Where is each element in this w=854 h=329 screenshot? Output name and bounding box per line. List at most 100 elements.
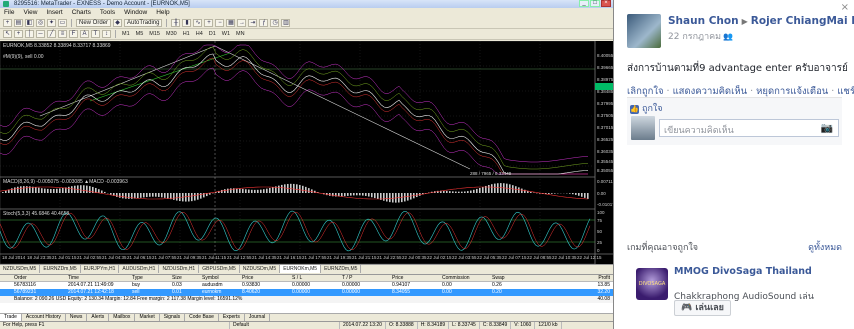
- timeframe-m15[interactable]: M15: [147, 30, 162, 38]
- chart-drawing[interactable]: [0, 41, 614, 264]
- timeframe-mn[interactable]: MN: [234, 30, 247, 38]
- post-date-link[interactable]: 22 กรกฎาคม: [668, 32, 721, 42]
- tile-windows-icon[interactable]: ▦: [226, 19, 236, 27]
- order-row[interactable]: 56789231 2014.07.21 12:42:18 sell 0.01 eurno…: [0, 289, 613, 296]
- timeframe-m1[interactable]: M1: [120, 30, 132, 38]
- cursor-icon[interactable]: ↖: [3, 30, 12, 38]
- symbol-tab[interactable]: EURNZDm,M5: [321, 265, 362, 273]
- order-row[interactable]: 56783116 2014.07.21 11:49:09 buy 0.03 audusd…: [0, 282, 613, 289]
- column-header[interactable]: [0, 275, 12, 281]
- price-chart-area[interactable]: EURNOK,M5 8.33852 8.33894 8.33717 8.3386…: [0, 41, 614, 264]
- autotrading-button[interactable]: AutoTrading: [124, 19, 163, 27]
- column-header[interactable]: Size: [170, 275, 200, 281]
- indicators-icon[interactable]: ƒ: [259, 19, 269, 27]
- game-icon[interactable]: DIVOSAGA: [636, 268, 668, 300]
- zoom-in-icon[interactable]: +: [204, 19, 214, 27]
- data-window-icon[interactable]: ◎: [36, 19, 45, 27]
- symbol-tab[interactable]: NZDUSDm,M5: [240, 265, 281, 273]
- column-header[interactable]: Swap: [490, 275, 540, 281]
- share-link[interactable]: แชร์: [837, 86, 854, 97]
- column-header[interactable]: S / L: [290, 275, 340, 281]
- column-header[interactable]: Profit: [540, 275, 613, 281]
- zoom-out-icon[interactable]: −: [215, 19, 225, 27]
- trendline-icon[interactable]: ╱: [47, 30, 56, 38]
- author-avatar[interactable]: [627, 14, 661, 48]
- timeframe-h1[interactable]: H1: [181, 30, 192, 38]
- symbol-tab[interactable]: AUDUSDm,H1: [119, 265, 160, 273]
- horizontal-line-icon[interactable]: ─: [36, 30, 45, 38]
- fibonacci-icon[interactable]: F: [69, 30, 78, 38]
- comment-input[interactable]: เขียนความคิดเห็น 📷: [659, 119, 839, 137]
- new-order-button[interactable]: New Order: [76, 19, 112, 27]
- timeframe-h4[interactable]: H4: [194, 30, 205, 38]
- symbol-tab[interactable]: EURNOKm,M5: [280, 265, 322, 273]
- audience-icon[interactable]: 👥: [723, 32, 733, 41]
- terminal-tab[interactable]: Code Base: [185, 314, 219, 321]
- target-name-link[interactable]: Rojer ChiangMai FX: [751, 15, 854, 27]
- symbol-tab[interactable]: NZDUSDm,H1: [159, 265, 200, 273]
- column-header[interactable]: T / P: [340, 275, 390, 281]
- label-icon[interactable]: T: [91, 30, 100, 38]
- menu-tools[interactable]: Tools: [100, 8, 115, 18]
- minimize-button[interactable]: _: [579, 0, 589, 7]
- play-now-button[interactable]: 🎮 เล่นเลย: [674, 300, 731, 316]
- stop-notifications-link[interactable]: หยุดการแจ้งเตือน: [756, 86, 828, 97]
- column-header[interactable]: Commission: [440, 275, 490, 281]
- timeframe-w1[interactable]: W1: [220, 30, 232, 38]
- timeframe-m5[interactable]: M5: [134, 30, 146, 38]
- symbol-tab[interactable]: EURJPYm,H1: [81, 265, 120, 273]
- channel-icon[interactable]: ≡: [58, 30, 67, 38]
- symbol-tab[interactable]: GBPUSDm,M5: [199, 265, 240, 273]
- column-header[interactable]: Symbol: [200, 275, 240, 281]
- menu-view[interactable]: View: [23, 8, 37, 18]
- symbol-tab[interactable]: EURNZDm,M5: [40, 265, 81, 273]
- terminal-tab[interactable]: Experts: [219, 314, 245, 321]
- terminal-tab[interactable]: News: [66, 314, 88, 321]
- likes-label[interactable]: ถูกใจ: [642, 104, 663, 114]
- see-all-link[interactable]: ดูทั้งหมด: [808, 240, 842, 254]
- menu-file[interactable]: File: [4, 8, 14, 18]
- arrows-icon[interactable]: ↕: [102, 30, 111, 38]
- terminal-tab[interactable]: Account History: [22, 314, 66, 321]
- market-watch-icon[interactable]: ◧: [25, 19, 34, 27]
- menu-charts[interactable]: Charts: [72, 8, 91, 18]
- terminal-tab[interactable]: Mailbox: [109, 314, 136, 321]
- terminal-tab[interactable]: Trade: [0, 314, 22, 321]
- terminal-tab[interactable]: Signals: [160, 314, 186, 321]
- text-icon[interactable]: A: [80, 30, 89, 38]
- bar-chart-icon[interactable]: ╫: [171, 19, 181, 27]
- menu-help[interactable]: Help: [156, 8, 169, 18]
- column-header[interactable]: Price: [240, 275, 290, 281]
- timeframe-d1[interactable]: D1: [207, 30, 218, 38]
- meta-editor-icon[interactable]: ◆: [113, 19, 123, 27]
- unlike-link[interactable]: เลิกถูกใจ: [627, 86, 664, 97]
- profiles-icon[interactable]: ▤: [14, 19, 23, 27]
- new-chart-icon[interactable]: +: [3, 19, 12, 27]
- maximize-button[interactable]: □: [590, 0, 600, 7]
- vertical-line-icon[interactable]: │: [25, 30, 34, 38]
- autoscroll-icon[interactable]: →: [237, 19, 247, 27]
- crosshair-icon[interactable]: +: [14, 30, 23, 38]
- close-icon[interactable]: ×: [841, 2, 849, 13]
- timeframe-m30[interactable]: M30: [164, 30, 179, 38]
- column-header[interactable]: Type: [130, 275, 170, 281]
- comment-link[interactable]: แสดงความคิดเห็น: [673, 86, 748, 97]
- game-name-link[interactable]: MMOG DivoSaga Thailand: [674, 266, 844, 277]
- column-header[interactable]: Order: [12, 275, 66, 281]
- line-chart-icon[interactable]: ∿: [193, 19, 203, 27]
- column-header[interactable]: Price: [390, 275, 440, 281]
- close-window-button[interactable]: ×: [601, 0, 611, 7]
- menu-insert[interactable]: Insert: [46, 8, 62, 18]
- terminal-tab[interactable]: Journal: [245, 314, 271, 321]
- navigator-icon[interactable]: ✦: [47, 19, 56, 27]
- camera-icon[interactable]: 📷: [821, 123, 833, 134]
- candlestick-icon[interactable]: ▮: [182, 19, 192, 27]
- author-name-link[interactable]: Shaun Chon: [668, 15, 739, 27]
- menu-window[interactable]: Window: [124, 8, 147, 18]
- column-header[interactable]: Time: [66, 275, 130, 281]
- terminal-tab[interactable]: Alerts: [87, 314, 110, 321]
- terminal-tab[interactable]: Market: [135, 314, 160, 321]
- periods-icon[interactable]: ◷: [270, 19, 280, 27]
- terminal-icon[interactable]: ▭: [58, 19, 67, 27]
- symbol-tab[interactable]: NZDUSDm,M5: [0, 265, 41, 273]
